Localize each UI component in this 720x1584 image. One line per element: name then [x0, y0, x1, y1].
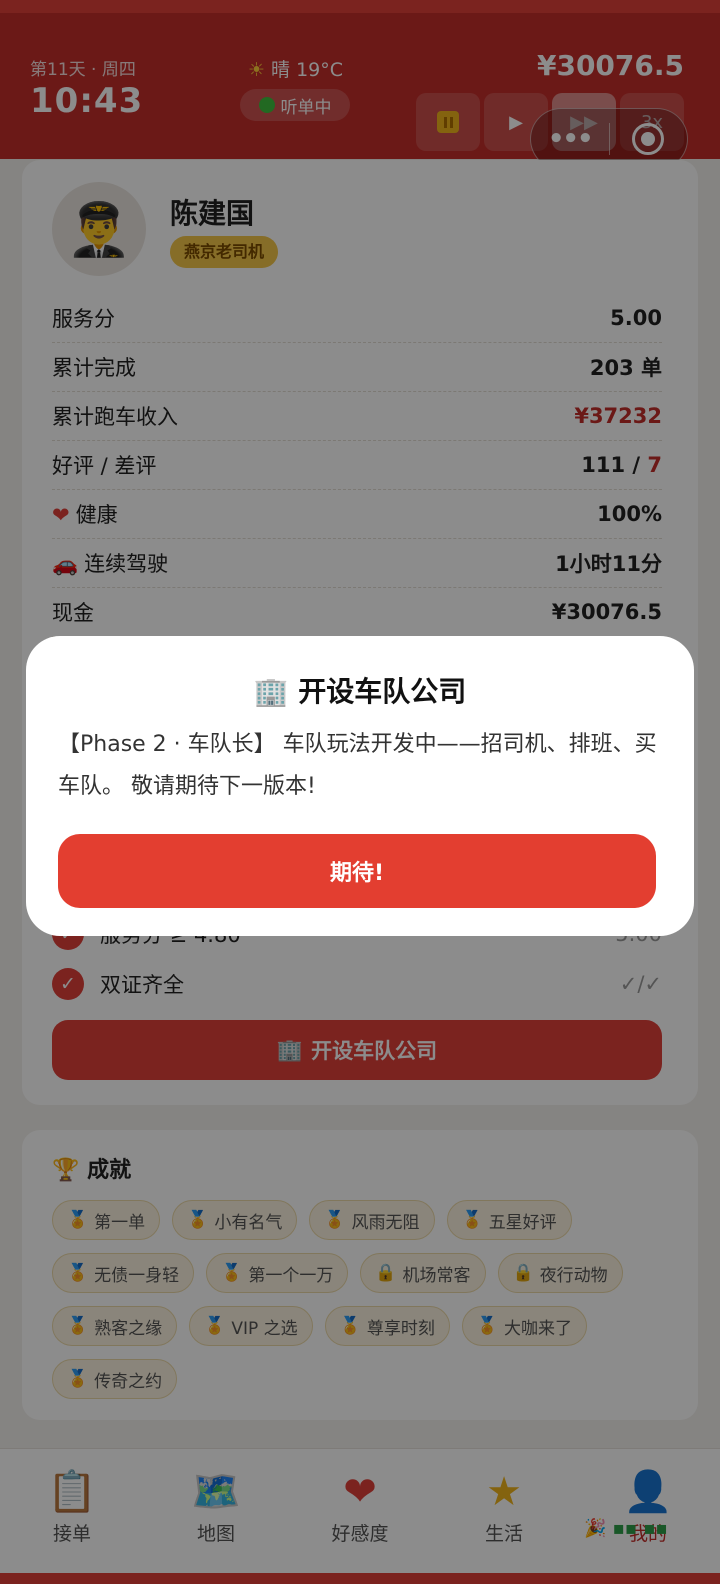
dialog-title-text: 开设车队公司 — [298, 675, 467, 708]
office-building-icon: 🏢 — [253, 675, 289, 708]
dialog-title: 🏢 开设车队公司 — [26, 670, 694, 710]
dialog-confirm-button[interactable]: 期待! — [58, 834, 656, 908]
fleet-company-dialog: 🏢 开设车队公司 【Phase 2 · 车队长】 车队玩法开发中——招司机、排班… — [26, 636, 694, 936]
dialog-message: 【Phase 2 · 车队长】 车队玩法开发中——招司机、排班、买车队。 敬请期… — [58, 732, 657, 799]
